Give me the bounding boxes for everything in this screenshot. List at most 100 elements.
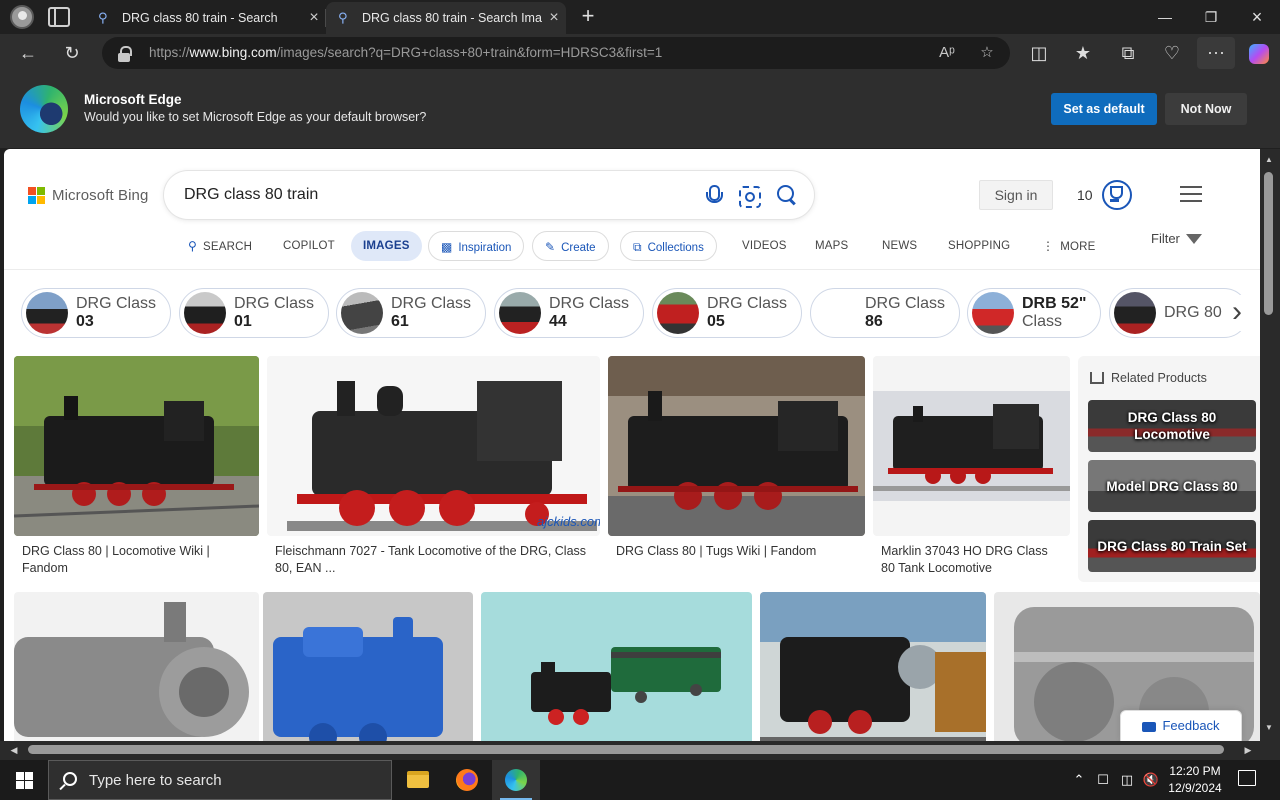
- collections-icon[interactable]: ⧉: [1113, 34, 1143, 72]
- vertical-scrollbar[interactable]: ▲ ▼: [1260, 149, 1280, 741]
- show-hidden-icons-chevron-icon[interactable]: ⌃: [1068, 760, 1090, 800]
- read-aloud-icon[interactable]: Aᵖ: [932, 37, 962, 69]
- favorites-icon[interactable]: ★: [1068, 34, 1098, 72]
- rewards-trophy-icon[interactable]: [1102, 180, 1132, 210]
- filter-button[interactable]: Filter: [1151, 231, 1202, 251]
- tab-search[interactable]: ⚲ DRG class 80 train - Search ×: [86, 2, 326, 34]
- related-chip-drb-52-class[interactable]: DRB 52" Class: [967, 288, 1101, 338]
- split-screen-icon[interactable]: ◫: [1024, 34, 1054, 72]
- related-chip-drg-class-86[interactable]: DRG Class 86: [810, 288, 960, 338]
- related-chip-drg-class-01[interactable]: DRG Class 01: [179, 288, 329, 338]
- tab-search-images[interactable]: ⚲ DRG class 80 train - Search Images ×: [326, 2, 566, 34]
- result-image-5[interactable]: [14, 592, 259, 741]
- chip-label: DRG Class 01: [234, 295, 315, 330]
- scope-videos[interactable]: VIDEOS: [742, 231, 787, 261]
- result-caption-1[interactable]: DRG Class 80 | Locomotive Wiki | Fandom: [22, 543, 252, 577]
- model-locomotive-photo: ajckids.com: [267, 356, 600, 536]
- chip-thumbnail: [499, 292, 541, 334]
- scope-shopping[interactable]: SHOPPING: [948, 231, 1010, 261]
- windows-start-icon[interactable]: [0, 760, 48, 800]
- scroll-left-arrow-icon[interactable]: ◀: [8, 743, 20, 757]
- search-icon: ⚲: [188, 239, 197, 253]
- scope-news[interactable]: NEWS: [882, 231, 917, 261]
- related-product-card[interactable]: Model DRG Class 80: [1088, 460, 1256, 512]
- copilot-icon[interactable]: [1244, 34, 1274, 72]
- volume-muted-icon[interactable]: 🔇: [1140, 760, 1162, 800]
- vertical-scroll-thumb[interactable]: [1264, 172, 1273, 315]
- chip-label: DRG Class 86: [865, 295, 946, 330]
- related-chip-drg-class-05[interactable]: DRG Class 05: [652, 288, 802, 338]
- close-tab-icon[interactable]: ×: [302, 9, 326, 27]
- visual-search-icon[interactable]: [736, 183, 761, 208]
- windows-taskbar: Type here to search ⌃ ☐ ◫ 🔇 12:20 PM 12/…: [0, 760, 1280, 800]
- scope-inspiration[interactable]: ▩ Inspiration: [428, 231, 525, 261]
- related-chip-drg-class-61[interactable]: DRG Class 61: [336, 288, 486, 338]
- related-chip-drg-class-44[interactable]: DRG Class 44: [494, 288, 644, 338]
- file-explorer-icon[interactable]: [394, 760, 442, 800]
- scope-search[interactable]: ⚲ SEARCH: [188, 231, 252, 261]
- scroll-down-arrow-icon[interactable]: ▼: [1264, 723, 1274, 733]
- chip-thumbnail: [341, 292, 383, 334]
- result-image-8[interactable]: [760, 592, 986, 741]
- result-image-7[interactable]: [481, 592, 752, 741]
- tab-bar: ⚲ DRG class 80 train - Search × ⚲ DRG cl…: [0, 0, 1280, 34]
- scope-more[interactable]: ⋮ MORE: [1042, 231, 1096, 261]
- feedback-button[interactable]: Feedback: [1120, 710, 1242, 741]
- firefox-icon[interactable]: [443, 760, 491, 800]
- edge-taskbar-icon[interactable]: [492, 760, 540, 800]
- chips-next-chevron-icon[interactable]: ›: [1222, 295, 1252, 331]
- refresh-icon[interactable]: ↻: [57, 34, 87, 72]
- related-product-card[interactable]: DRG Class 80 Locomotive: [1088, 400, 1256, 452]
- scope-maps[interactable]: MAPS: [815, 231, 848, 261]
- create-icon: ✎: [545, 240, 556, 254]
- result-image-3[interactable]: [608, 356, 865, 536]
- result-image-2[interactable]: ajckids.com: [267, 356, 600, 536]
- notification-center-icon[interactable]: [1238, 770, 1256, 786]
- network-icon[interactable]: ◫: [1116, 760, 1138, 800]
- scroll-up-arrow-icon[interactable]: ▲: [1264, 155, 1274, 165]
- tab-actions-icon[interactable]: [48, 7, 70, 27]
- horizontal-scroll-thumb[interactable]: [28, 745, 1224, 754]
- search-input[interactable]: [184, 171, 684, 219]
- hamburger-menu-icon[interactable]: [1180, 186, 1202, 202]
- new-tab-button[interactable]: +: [576, 4, 600, 30]
- performance-icon[interactable]: ♡: [1157, 34, 1187, 72]
- close-tab-icon[interactable]: ×: [542, 9, 566, 27]
- result-caption-2[interactable]: Fleischmann 7027 - Tank Locomotive of th…: [275, 543, 595, 577]
- more-menu-icon[interactable]: ···: [1197, 37, 1235, 69]
- result-caption-3[interactable]: DRG Class 80 | Tugs Wiki | Fandom: [616, 543, 856, 560]
- microsoft-bing-logo[interactable]: Microsoft Bing: [28, 187, 148, 204]
- taskbar-search-box[interactable]: Type here to search: [48, 760, 392, 800]
- profile-avatar[interactable]: [10, 5, 34, 29]
- rewards-count[interactable]: 10: [1077, 187, 1093, 203]
- horizontal-scrollbar[interactable]: ◀ ▶: [0, 741, 1260, 760]
- result-image-1[interactable]: [14, 356, 259, 536]
- result-image-4[interactable]: [873, 356, 1070, 536]
- microphone-icon[interactable]: [701, 183, 725, 207]
- result-caption-4[interactable]: Marklin 37043 HO DRG Class 80 Tank Locom…: [881, 543, 1061, 577]
- back-arrow-icon[interactable]: ←: [13, 34, 43, 72]
- result-image-6[interactable]: [263, 592, 473, 741]
- scope-copilot[interactable]: COPILOT: [283, 231, 335, 261]
- lock-icon[interactable]: [118, 44, 132, 62]
- not-now-button[interactable]: Not Now: [1165, 93, 1247, 125]
- scope-collections[interactable]: ⧉ Collections: [620, 231, 717, 261]
- favorite-star-icon[interactable]: ☆: [972, 37, 1002, 69]
- address-url[interactable]: https://www.bing.com/images/search?q=DRG…: [149, 37, 662, 69]
- inspiration-icon: ▩: [441, 240, 453, 254]
- scope-images[interactable]: IMAGES: [351, 231, 422, 261]
- search-icon[interactable]: [774, 183, 798, 207]
- meet-now-icon[interactable]: ☐: [1092, 760, 1114, 800]
- scroll-right-arrow-icon[interactable]: ▶: [1242, 743, 1254, 757]
- minimize-button[interactable]: —: [1142, 0, 1188, 34]
- related-chip-drg-class-03[interactable]: DRG Class 03: [21, 288, 171, 338]
- taskbar-clock[interactable]: 12:20 PM 12/9/2024: [1160, 763, 1230, 797]
- close-window-button[interactable]: ×: [1234, 0, 1280, 34]
- bing-images-page: Microsoft Bing Sign in 10 ⚲SEARCH COPILO…: [4, 149, 1260, 741]
- address-bar[interactable]: https://www.bing.com/images/search?q=DRG…: [102, 37, 1010, 69]
- related-product-card[interactable]: DRG Class 80 Train Set: [1088, 520, 1256, 572]
- set-default-button[interactable]: Set as default: [1051, 93, 1157, 125]
- sign-in-button[interactable]: Sign in: [979, 180, 1053, 210]
- restore-button[interactable]: ❐: [1188, 0, 1234, 34]
- scope-create[interactable]: ✎ Create: [532, 231, 609, 261]
